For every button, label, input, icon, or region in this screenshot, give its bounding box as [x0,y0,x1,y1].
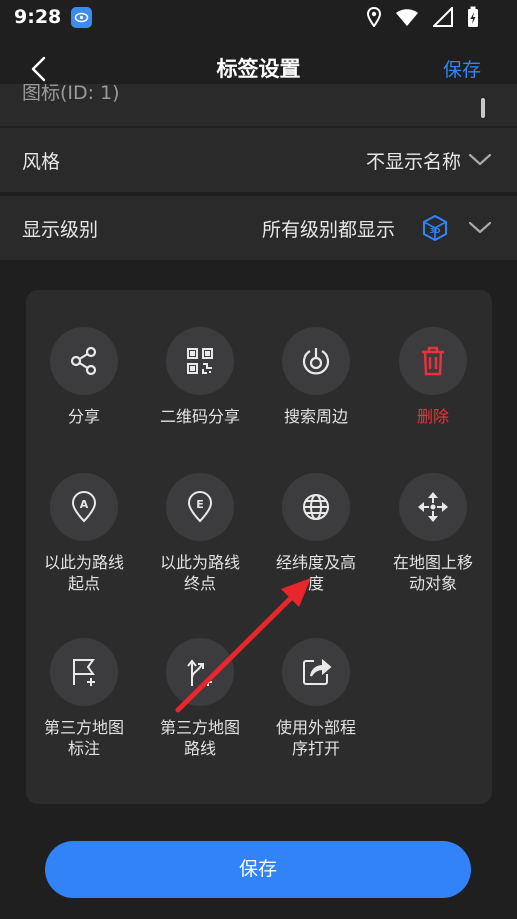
svg-text:3D: 3D [430,227,441,235]
display-level-value: 所有级别都显示 [261,219,395,241]
display-level-row[interactable]: 显示级别 所有级别都显示 3D [0,196,517,260]
move-icon [399,473,467,541]
save-button[interactable]: 保存 [45,841,471,898]
page-title: 标签设置 [216,57,301,81]
search-nearby-action[interactable]: 搜索周边 [258,327,374,427]
third-party-mark-action[interactable]: 第三方地图 标注 [26,638,142,759]
battery-icon [468,6,478,27]
coordinates-action[interactable]: 经纬度及高 度 [258,473,374,594]
style-label: 风格 [22,151,61,173]
style-row[interactable]: 风格 不显示名称 [0,128,517,192]
3d-cube-icon[interactable]: 3D [421,214,449,242]
chevron-down-icon[interactable] [467,216,493,240]
third-party-route-label: 第三方地图 路线 [159,718,240,758]
open-external-icon [282,638,350,706]
icon-row-label: 图标(ID: 1) [22,84,120,104]
route-end-action[interactable]: E 以此为路线 终点 [142,473,258,594]
qr-share-label: 二维码分享 [159,407,240,426]
move-object-action[interactable]: 在地图上移 动对象 [375,473,491,594]
route-start-icon: A [50,473,118,541]
trash-icon [399,327,467,395]
display-level-label: 显示级别 [22,219,99,241]
qr-code-icon [166,327,234,395]
svg-text:A: A [80,498,89,511]
header-save-button[interactable]: 保存 [443,55,481,82]
third-party-route-action[interactable]: 第三方地图 路线 [142,638,258,759]
route-end-label: 以此为路线 终点 [159,553,240,593]
delete-action[interactable]: 删除 [375,327,491,427]
style-value: 不显示名称 [365,151,461,173]
location-icon [367,7,381,27]
share-label: 分享 [67,407,100,426]
svg-text:E: E [196,498,204,511]
delete-label: 删除 [416,407,449,426]
wifi-icon [396,8,418,26]
icon-row[interactable]: 图标(ID: 1) [0,84,517,126]
route-plus-icon [166,638,234,706]
status-time: 9:28 [14,6,62,28]
route-start-action[interactable]: A 以此为路线 起点 [26,473,142,594]
move-object-label: 在地图上移 动对象 [392,553,473,593]
third-party-mark-label: 第三方地图 标注 [43,718,124,758]
status-icons [367,6,479,28]
signal-icon [433,7,453,27]
flag-plus-icon [50,638,118,706]
qr-share-action[interactable]: 二维码分享 [142,327,258,427]
open-external-label: 使用外部程 序打开 [275,718,356,758]
route-end-icon: E [166,473,234,541]
open-external-action[interactable]: 使用外部程 序打开 [258,638,374,759]
route-start-label: 以此为路线 起点 [43,553,124,593]
share-action[interactable]: 分享 [26,327,142,427]
app-notification-icon [71,6,93,28]
status-bar: 9:28 [0,0,517,34]
icon-row-handle [481,98,485,118]
share-icon [50,327,118,395]
chevron-down-icon[interactable] [467,148,493,172]
coordinates-label: 经纬度及高 度 [275,553,356,593]
search-nearby-label: 搜索周边 [283,407,348,426]
search-nearby-icon [282,327,350,395]
action-panel: 分享 二维码分享 搜索周边 删除 A 以此为路线 起点 E 以此为路线 终点 经… [26,290,492,804]
globe-icon [282,473,350,541]
